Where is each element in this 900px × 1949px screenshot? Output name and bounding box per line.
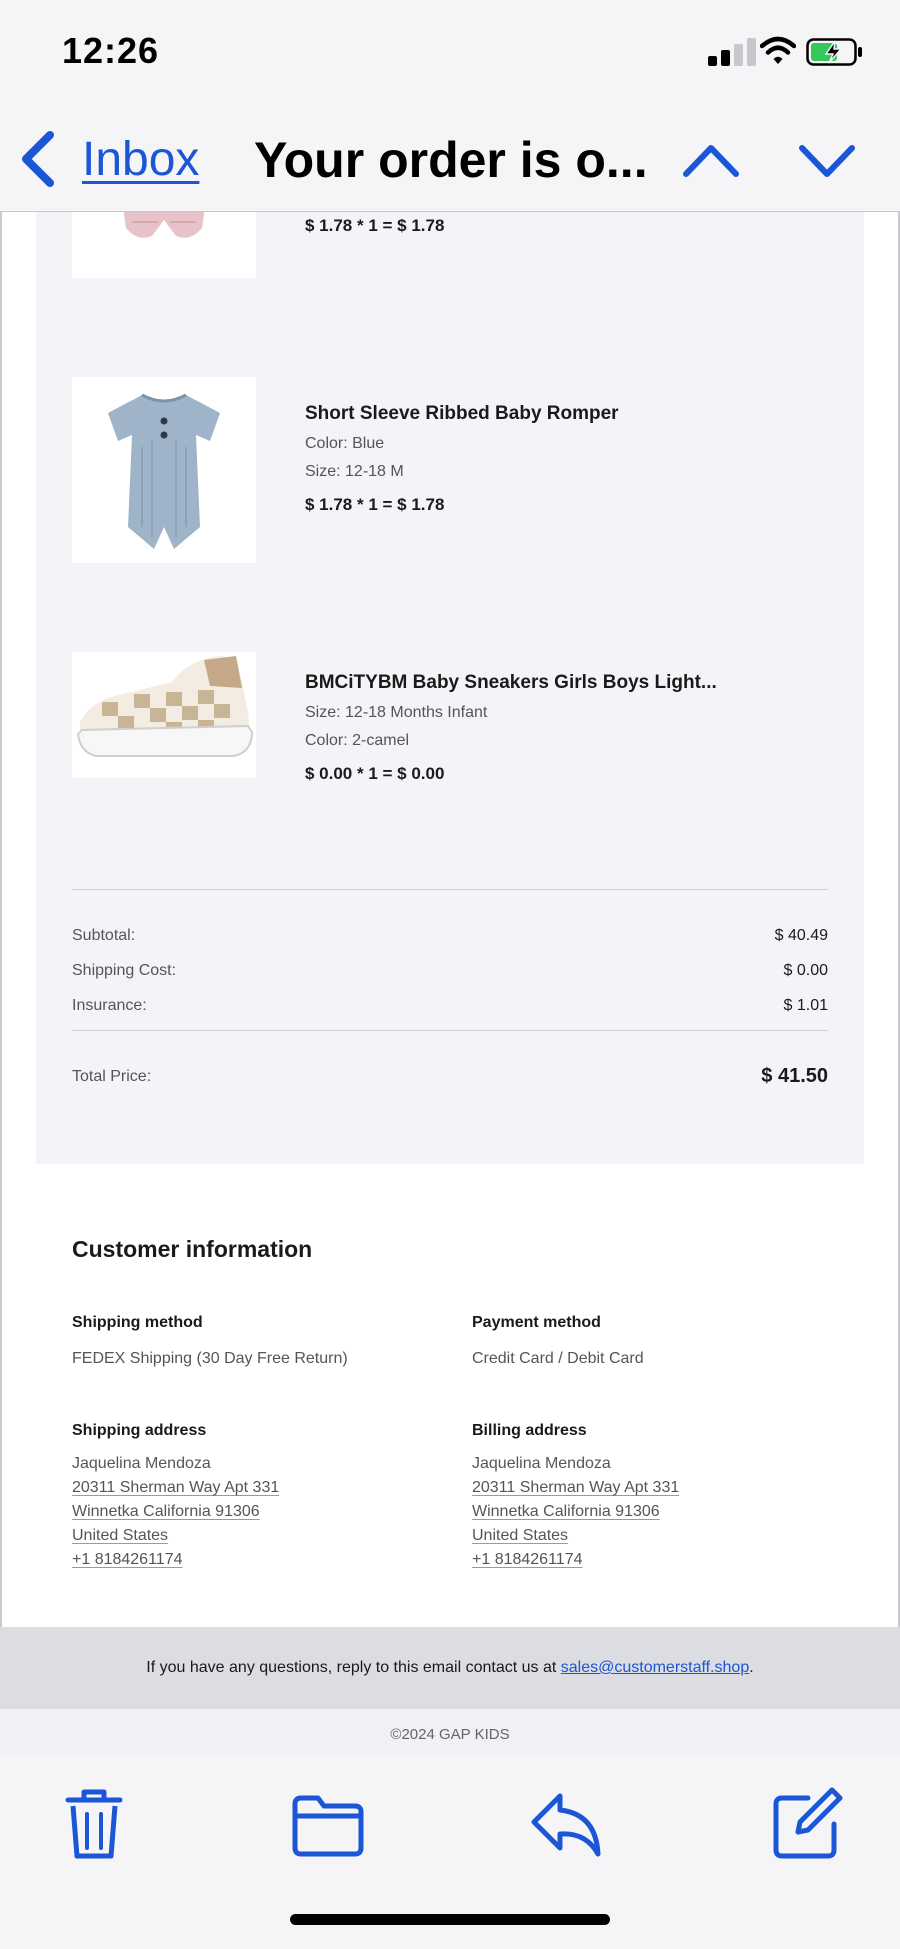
subtotal-label: Subtotal: [72,927,136,944]
total-label: Total Price: [72,1067,152,1085]
divider [72,889,828,890]
shipping-cost-label: Shipping Cost: [72,962,177,979]
checkered-sneaker-image [72,652,256,778]
product-price: $ 0.00 * 1 = $ 0.00 [305,764,445,783]
product-size: Size: 12-18 Months Infant [305,704,488,721]
address-country-link[interactable]: United States [72,1524,452,1548]
back-to-inbox-button[interactable]: Inbox [18,124,199,194]
wifi-icon [760,36,796,64]
address-street-link[interactable]: 20311 Sherman Way Apt 331 [472,1476,852,1500]
email-body[interactable]: $ 1.78 * 1 = $ 1.78 Short Sleeve Ribbed … [0,212,900,1756]
nav-bar: Inbox Your order is o... [0,110,900,212]
shipping-address-label: Shipping address [72,1422,207,1439]
folder-icon[interactable] [290,1786,366,1862]
chevron-left-icon [22,131,54,187]
pink-romper-image [72,212,256,278]
previous-message-chevron-up-icon[interactable] [680,132,742,188]
contact-email-link[interactable]: sales@customerstaff.shop [561,1659,749,1676]
shipping-method-label: Shipping method [72,1314,203,1331]
billing-address-block: Billing address Jaquelina Mendoza 20311 … [472,1422,852,1572]
shipping-method-value: FEDEX Shipping (30 Day Free Return) [72,1350,348,1367]
total-value: $ 41.50 [761,1065,828,1087]
email-subject-title: Your order is o... [254,132,648,188]
payment-method-block: Payment method Credit Card / Debit Card [472,1314,852,1368]
payment-method-value: Credit Card / Debit Card [472,1350,644,1367]
shipping-cost-value: $ 0.00 [783,962,828,979]
product-name: BMCiTYBM Baby Sneakers Girls Boys Light.… [305,672,717,693]
address-phone-link[interactable]: +1 8184261174 [472,1548,852,1572]
address-street-link[interactable]: 20311 Sherman Way Apt 331 [72,1476,452,1500]
address-phone-link[interactable]: +1 8184261174 [72,1548,452,1572]
footer-copyright: ©2024 GAP KIDS [0,1709,900,1756]
insurance-row: Insurance: $ 1.01 [72,997,828,1015]
product-item: $ 1.78 * 1 = $ 1.78 [72,212,828,292]
status-time: 12:26 [62,30,160,71]
address-name: Jaquelina Mendoza [472,1455,611,1472]
address-name: Jaquelina Mendoza [72,1455,211,1472]
trash-icon[interactable] [56,1786,132,1862]
battery-icon [806,38,862,66]
shipping-method-block: Shipping method FEDEX Shipping (30 Day F… [72,1314,452,1368]
footer-contact-text: If you have any questions, reply to this… [146,1659,561,1676]
billing-address-label: Billing address [472,1422,587,1439]
product-color: Color: Blue [305,435,385,452]
product-color: Color: 2-camel [305,732,410,749]
product-price: $ 1.78 * 1 = $ 1.78 [305,495,445,514]
home-indicator[interactable] [290,1914,610,1925]
compose-icon[interactable] [768,1786,844,1862]
reply-icon[interactable] [528,1786,604,1862]
product-item: Short Sleeve Ribbed Baby Romper Color: B… [72,377,828,563]
subtotal-value: $ 40.49 [774,927,828,944]
back-label: Inbox [82,132,200,186]
order-card: $ 1.78 * 1 = $ 1.78 Short Sleeve Ribbed … [36,212,864,1164]
total-row: Total Price: $ 41.50 [72,1065,828,1088]
footer-contact-suffix: . [749,1659,754,1676]
customer-info-title: Customer information [72,1236,313,1262]
product-item: BMCiTYBM Baby Sneakers Girls Boys Light.… [72,652,828,798]
status-bar: 12:26 [0,0,900,110]
cellular-signal-icon [708,36,762,66]
product-name: Short Sleeve Ribbed Baby Romper [305,403,619,424]
shipping-cost-row: Shipping Cost: $ 0.00 [72,962,828,980]
address-city-link[interactable]: Winnetka California 91306 [472,1500,852,1524]
shipping-address-block: Shipping address Jaquelina Mendoza 20311… [72,1422,452,1572]
footer-contact: If you have any questions, reply to this… [0,1627,900,1709]
blue-romper-image [72,377,256,563]
payment-method-label: Payment method [472,1314,601,1331]
insurance-value: $ 1.01 [783,997,828,1014]
product-size: Size: 12-18 M [305,463,404,480]
address-city-link[interactable]: Winnetka California 91306 [72,1500,452,1524]
subtotal-row: Subtotal: $ 40.49 [72,927,828,945]
address-country-link[interactable]: United States [472,1524,852,1548]
next-message-chevron-down-icon[interactable] [796,132,858,188]
product-price: $ 1.78 * 1 = $ 1.78 [305,216,445,235]
divider [72,1030,828,1031]
insurance-label: Insurance: [72,997,147,1014]
